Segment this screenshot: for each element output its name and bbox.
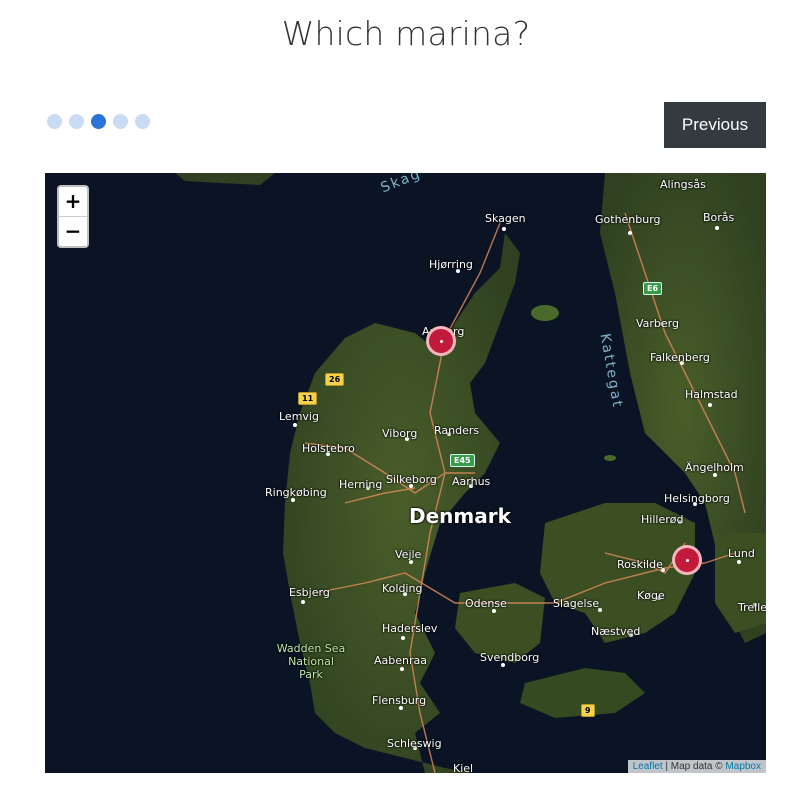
road-shield: 9 [581,704,595,717]
place-label: Aarhus [452,475,491,488]
place-label: Varberg [636,317,679,330]
marker-aalborg[interactable] [426,326,456,356]
place-label: Ängelholm [685,461,744,474]
place-label: Borås [703,211,735,224]
place-label: Trelleborg [738,601,766,614]
place-label: Haderslev [382,622,438,635]
park-label: Wadden Sea National Park [276,642,346,681]
road-shield: 26 [325,373,345,386]
place-label: Holstebro [302,442,355,455]
place-label: Slagelse [553,597,600,610]
place-label: Roskilde [617,558,663,571]
place-label: Kolding [382,582,423,595]
road-shield: 11 [298,392,318,405]
place-label: Esbjerg [289,586,330,599]
place-label: Vejle [395,548,422,561]
previous-button[interactable]: Previous [664,102,766,148]
place-label: Randers [434,424,480,437]
map[interactable]: Skag Kattegat Alingsås Gothenburg Borås … [45,173,766,773]
place-label: Odense [465,597,507,610]
place-label: Aabenraa [374,654,427,667]
place-label: Herning [339,478,383,491]
place-label: Halmstad [685,388,738,401]
step-dot [47,114,62,129]
step-dot [135,114,150,129]
zoom-out-button[interactable]: − [59,216,87,246]
country-label: Denmark [409,504,511,528]
marker-copenhagen[interactable] [672,545,702,575]
place-label: Falkenberg [650,351,710,364]
place-label: Lemvig [279,410,319,423]
place-label: Lund [728,547,755,560]
step-dot [113,114,128,129]
step-dot-current [91,114,106,129]
place-label: Helsingborg [664,492,730,505]
zoom-control: + − [57,185,89,248]
attribution-text: | Map data © [662,761,726,772]
place-label: Flensburg [372,694,427,707]
place-label: Kiel [453,762,474,773]
zoom-in-button[interactable]: + [59,187,87,216]
road-shield: E45 [450,454,475,467]
page-title: Which marina? [281,14,531,53]
place-label: Gothenburg [595,213,661,226]
place-label: Køge [637,589,665,602]
leaflet-link[interactable]: Leaflet [633,761,663,772]
place-label: Svendborg [480,651,540,664]
place-label: Næstved [591,625,641,638]
place-label: Skagen [485,212,526,225]
place-label: Viborg [382,427,418,440]
step-dot [69,114,84,129]
map-attribution: Leaflet | Map data © Mapbox [627,760,766,773]
place-label: Schleswig [387,737,442,750]
mapbox-link[interactable]: Mapbox [725,761,761,772]
step-indicator [47,114,150,129]
place-label: Alingsås [660,178,706,191]
place-label: Hillerød [641,513,684,526]
road-shield: E6 [643,282,663,295]
place-label: Hjørring [429,258,473,271]
place-label: Silkeborg [386,473,437,486]
place-label: Ringkøbing [265,486,327,499]
